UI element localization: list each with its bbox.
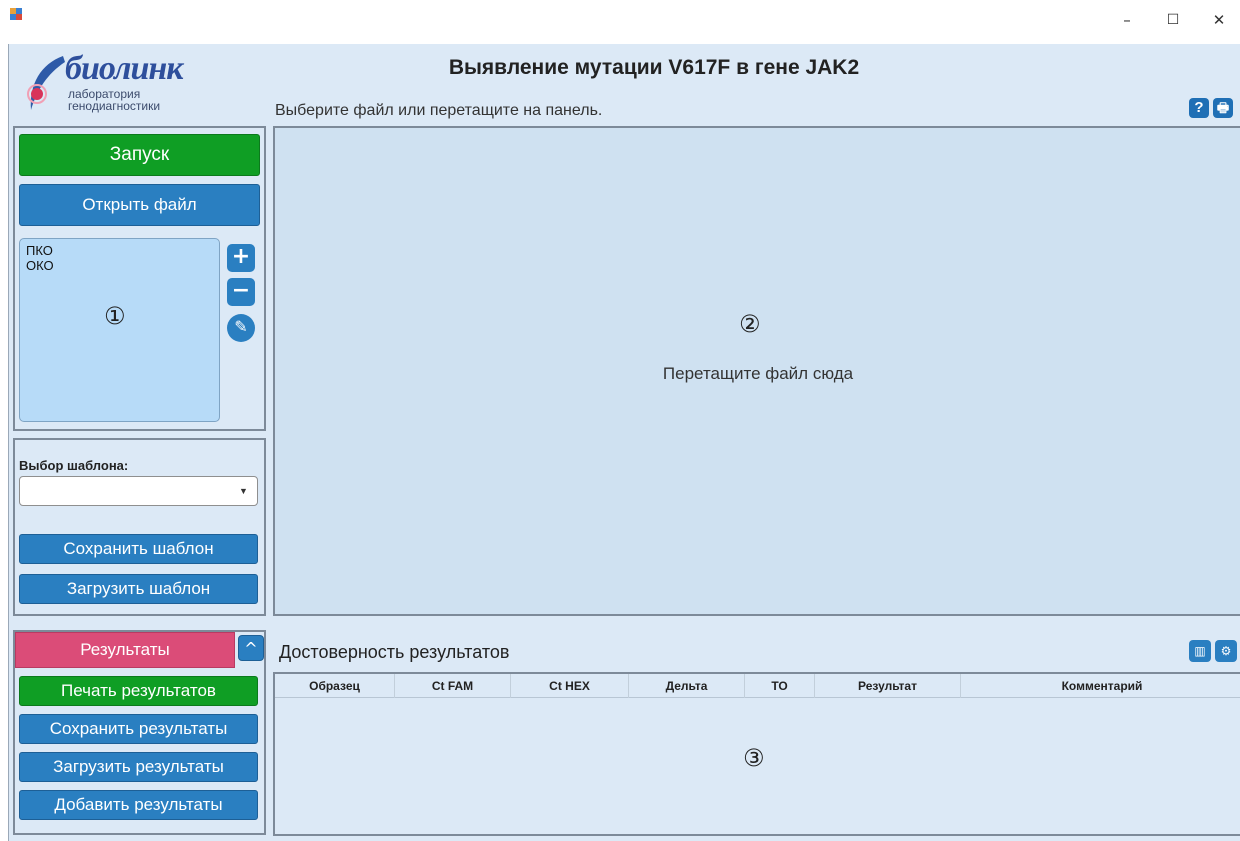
- app-client-area: биолинк лаборатория генодиагностики Выяв…: [8, 44, 1240, 841]
- column-header-result[interactable]: Результат: [815, 674, 961, 698]
- chevron-down-icon[interactable]: ▼: [236, 484, 251, 499]
- column-header-to[interactable]: ТО: [745, 674, 815, 698]
- minimize-button[interactable]: –: [1104, 8, 1150, 32]
- template-label: Выбор шаблона:: [19, 458, 129, 473]
- save-template-button[interactable]: Сохранить шаблон: [19, 534, 258, 564]
- run-panel: Запуск Открыть файл ПКО ОКО ① + − ✎: [13, 126, 266, 431]
- file-drop-zone[interactable]: ② Перетащите файл сюда: [273, 126, 1240, 616]
- load-template-button[interactable]: Загрузить шаблон: [19, 574, 258, 604]
- load-results-button[interactable]: Загрузить результаты: [19, 752, 258, 782]
- column-header-sample[interactable]: Образец: [275, 674, 395, 698]
- results-title: Достоверность результатов: [279, 642, 510, 662]
- list-item[interactable]: ПКО: [26, 243, 213, 258]
- print-results-button[interactable]: Печать результатов: [19, 676, 258, 706]
- open-file-button[interactable]: Открыть файл: [19, 184, 260, 226]
- column-header-comment[interactable]: Комментарий: [961, 674, 1240, 698]
- add-sample-button[interactable]: +: [227, 244, 255, 272]
- save-results-button[interactable]: Сохранить результаты: [19, 714, 258, 744]
- run-button[interactable]: Запуск: [19, 134, 260, 176]
- help-icon[interactable]: ?: [1189, 98, 1209, 118]
- column-header-ct-fam[interactable]: Ct FAM: [395, 674, 511, 698]
- drop-zone-text: Перетащите файл сюда: [662, 364, 854, 383]
- results-panel: Результаты ^ Печать результатов Сохранит…: [13, 630, 266, 835]
- drop-hint: Выберите файл или перетащите на панель.: [275, 102, 603, 119]
- marker-3: ③: [743, 744, 765, 772]
- logo-swoosh-icon: [27, 56, 65, 110]
- results-tab[interactable]: Результаты: [15, 632, 235, 668]
- results-table: Образец Ct FAM Ct HEX Дельта ТО Результа…: [273, 672, 1240, 836]
- column-header-delta[interactable]: Дельта: [629, 674, 745, 698]
- app-icon: [10, 8, 22, 20]
- logo-name: биолинк: [65, 50, 183, 87]
- template-panel: Выбор шаблона: ▼ Сохранить шаблон Загруз…: [13, 438, 266, 616]
- remove-sample-button[interactable]: −: [227, 278, 255, 306]
- template-select[interactable]: ▼: [19, 476, 258, 506]
- table-header: Образец Ct FAM Ct HEX Дельта ТО Результа…: [275, 674, 1240, 698]
- marker-1: ①: [104, 302, 126, 330]
- column-header-ct-hex[interactable]: Ct HEX: [511, 674, 629, 698]
- list-item[interactable]: ОКО: [26, 258, 213, 273]
- collapse-icon[interactable]: ^: [238, 635, 264, 661]
- logo: биолинк лаборатория генодиагностики: [23, 50, 223, 120]
- logo-subtitle-2: генодиагностики: [68, 99, 161, 113]
- print-icon[interactable]: 🖶: [1213, 98, 1233, 118]
- close-button[interactable]: ✕: [1196, 8, 1240, 32]
- table-settings-icon[interactable]: ⚙: [1215, 640, 1237, 662]
- edit-sample-button[interactable]: ✎: [227, 314, 255, 342]
- add-results-button[interactable]: Добавить результаты: [19, 790, 258, 820]
- page-title: Выявление мутации V617F в гене JAK2: [448, 56, 860, 79]
- columns-icon[interactable]: ▥: [1189, 640, 1211, 662]
- window-titlebar: – ☐ ✕: [0, 0, 1240, 44]
- maximize-button[interactable]: ☐: [1150, 8, 1196, 32]
- samples-list[interactable]: ПКО ОКО ①: [19, 238, 220, 422]
- marker-2: ②: [739, 310, 761, 338]
